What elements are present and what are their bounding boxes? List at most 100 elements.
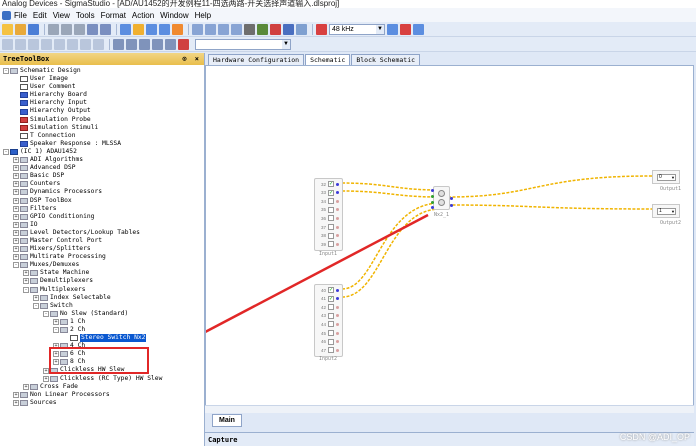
collapse-icon[interactable]: - — [13, 262, 19, 269]
expand-icon[interactable]: + — [13, 197, 19, 204]
channel-checkbox[interactable]: ✓ — [328, 181, 334, 187]
input-channel-row[interactable]: 38 — [317, 232, 339, 239]
channel-checkbox[interactable] — [328, 198, 334, 205]
expand-icon[interactable]: + — [13, 221, 19, 228]
input-channel-row[interactable]: 42 — [317, 304, 339, 311]
expand-icon[interactable]: + — [13, 205, 19, 212]
input-channel-row[interactable]: 46 — [317, 338, 339, 345]
tree-item[interactable]: + Sources — [0, 399, 204, 407]
tree-item[interactable]: Simulation Probe — [0, 116, 204, 124]
paste-icon[interactable] — [74, 23, 85, 35]
expand-icon[interactable]: + — [13, 229, 19, 236]
open-icon[interactable] — [15, 23, 26, 35]
input-channel-row[interactable]: 33 ✓ — [317, 189, 339, 196]
align-top-icon[interactable] — [41, 38, 52, 50]
pointer-icon[interactable] — [133, 23, 144, 35]
input-channel-row[interactable]: 44 — [317, 321, 339, 328]
help-icon[interactable] — [413, 23, 424, 35]
channel-checkbox[interactable] — [328, 241, 334, 248]
tree-item[interactable]: Hierarchy Input — [0, 99, 204, 107]
tree-item[interactable]: + Counters — [0, 180, 204, 188]
expand-icon[interactable]: + — [33, 294, 39, 301]
link-compile-icon[interactable] — [120, 23, 131, 35]
cut-icon[interactable] — [48, 23, 59, 35]
expand-icon[interactable]: + — [23, 278, 29, 285]
sigma-icon[interactable] — [296, 23, 307, 35]
tree-item[interactable]: T Connection — [0, 132, 204, 140]
layout-icon[interactable] — [218, 23, 229, 35]
output2-block[interactable]: 1 ▼ — [652, 204, 680, 218]
tree-item[interactable]: - No Slew (Standard) — [0, 310, 204, 318]
tree-item[interactable]: - Multiplexers — [0, 286, 204, 294]
tree-item[interactable]: + DSP ToolBox — [0, 197, 204, 205]
tree-item[interactable]: + Multirate Processing — [0, 253, 204, 261]
same-height-icon[interactable] — [93, 38, 104, 50]
tree-item[interactable]: - Muxes/Demuxes — [0, 261, 204, 269]
align-icon[interactable] — [192, 23, 203, 35]
tree-item[interactable]: + IO — [0, 221, 204, 229]
tab-schematic[interactable]: Schematic — [305, 54, 351, 65]
tree-item[interactable]: + Master Control Port — [0, 237, 204, 245]
channel-checkbox[interactable] — [328, 206, 334, 213]
menu-format[interactable]: Format — [101, 11, 126, 20]
tree-item[interactable]: - Schematic Design — [0, 67, 204, 75]
download-icon[interactable] — [270, 23, 281, 35]
tree-item[interactable]: Speaker Response : MLSSA — [0, 140, 204, 148]
expand-icon[interactable]: + — [13, 173, 19, 180]
tree-item[interactable]: + Demultiplexers — [0, 277, 204, 285]
tree-item[interactable]: Hierarchy Output — [0, 107, 204, 115]
distribute-icon[interactable] — [205, 23, 216, 35]
expand-icon[interactable]: + — [13, 391, 19, 398]
collapse-icon[interactable]: - — [23, 286, 29, 293]
output1-block[interactable]: 0 ▼ — [652, 170, 680, 184]
channel-checkbox[interactable] — [328, 347, 334, 354]
undo-icon[interactable] — [87, 23, 98, 35]
tree-item[interactable]: + Filters — [0, 205, 204, 213]
channel-checkbox[interactable] — [328, 215, 334, 222]
tree-item[interactable]: Hierarchy Board — [0, 91, 204, 99]
tree-item[interactable]: + Level Detectors/Lookup Tables — [0, 229, 204, 237]
input-channel-row[interactable]: 32 ✓ — [317, 181, 339, 187]
collapse-icon[interactable]: - — [3, 148, 9, 155]
channel-checkbox[interactable] — [328, 224, 334, 230]
expand-icon[interactable]: + — [13, 181, 19, 188]
channel-checkbox[interactable] — [328, 232, 334, 239]
settings-icon[interactable] — [387, 23, 398, 35]
channel-checkbox[interactable] — [328, 304, 334, 311]
menu-action[interactable]: Action — [132, 11, 154, 20]
input-channel-row[interactable]: 36 — [317, 215, 339, 222]
tree-item[interactable]: + State Machine — [0, 269, 204, 277]
tree-item[interactable]: + Index Selectable — [0, 294, 204, 302]
tree-item[interactable]: User Image — [0, 75, 204, 83]
align-bottom-icon[interactable] — [67, 38, 78, 50]
font-select[interactable]: ▼ — [195, 38, 291, 50]
expand-icon[interactable]: + — [13, 399, 19, 406]
collapse-icon[interactable]: - — [33, 302, 39, 309]
expand-icon[interactable]: + — [43, 375, 49, 382]
tree-item[interactable]: + Mixers/Splitters — [0, 245, 204, 253]
block-icon[interactable] — [159, 23, 170, 35]
menu-window[interactable]: Window — [160, 11, 188, 20]
expand-icon[interactable]: + — [13, 238, 19, 245]
switch-knob-icon[interactable] — [438, 190, 445, 197]
channel-checkbox[interactable]: ✓ — [328, 295, 334, 302]
input-channel-row[interactable]: 41 ✓ — [317, 295, 339, 302]
channel-checkbox[interactable]: ✓ — [328, 189, 334, 196]
add-icon[interactable] — [178, 38, 189, 50]
input1-block[interactable]: 32 ✓ 33 ✓ 34 35 36 37 38 39 — [314, 178, 343, 251]
tree-item[interactable]: + Non Linear Processors — [0, 391, 204, 399]
tools-icon[interactable] — [400, 23, 411, 35]
tree-item[interactable]: + Clickless (RC Type) HW Slew — [0, 375, 204, 383]
input-channel-row[interactable]: 47 — [317, 347, 339, 354]
color-1-icon[interactable] — [113, 38, 124, 50]
compile-icon[interactable] — [257, 23, 268, 35]
collapse-icon[interactable]: - — [53, 327, 59, 334]
switch-knob-icon[interactable] — [438, 199, 445, 206]
align-center-icon[interactable] — [15, 38, 26, 50]
panel-controls[interactable]: ⊙ × — [182, 55, 201, 63]
color-5-icon[interactable] — [165, 38, 176, 50]
highlight-icon[interactable] — [172, 23, 183, 35]
color-2-icon[interactable] — [126, 38, 137, 50]
channel-checkbox[interactable] — [328, 338, 334, 345]
tree-item[interactable]: Stereo Switch Nx2 — [0, 334, 204, 343]
